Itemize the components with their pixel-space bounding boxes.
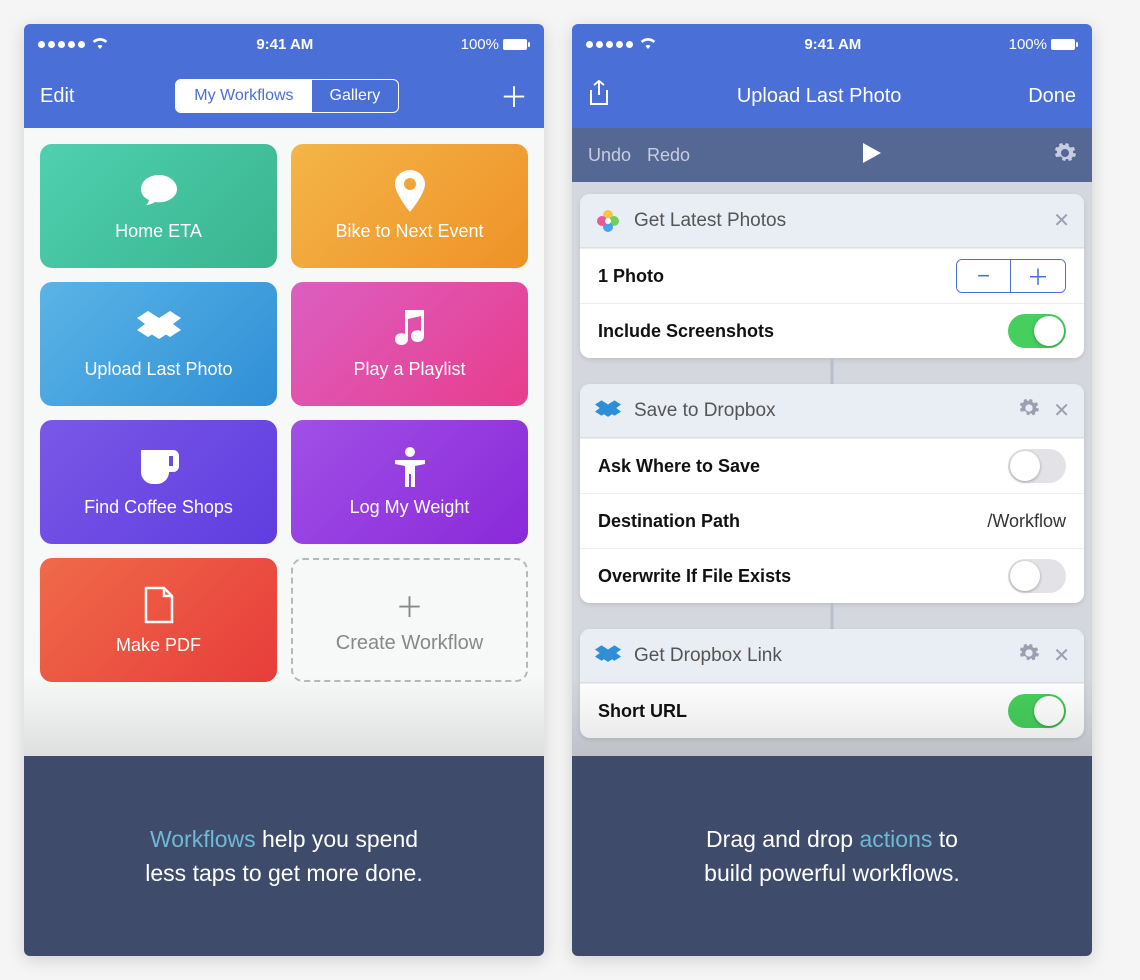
nav-bar: Edit My Workflows Gallery ＋ [24, 64, 544, 128]
tile-label: Bike to Next Event [335, 221, 483, 242]
share-button[interactable] [588, 80, 610, 112]
action-card-get-latest-photos[interactable]: Get Latest Photos ✕ 1 Photo − ＋ Include … [580, 194, 1084, 358]
status-time: 9:41 AM [804, 36, 861, 53]
stepper-minus[interactable]: − [957, 260, 1011, 292]
create-workflow-tile[interactable]: ＋ Create Workflow [291, 558, 528, 682]
nav-bar: Upload Last Photo Done [572, 64, 1092, 128]
row-short-url: Short URL [580, 683, 1084, 738]
redo-button[interactable]: Redo [647, 145, 690, 166]
card-header: Get Dropbox Link ✕ [580, 629, 1084, 683]
tile-label: Upload Last Photo [84, 359, 232, 380]
battery-icon [1051, 39, 1078, 50]
chat-icon [139, 171, 179, 211]
settings-button[interactable] [1054, 142, 1076, 169]
tile-label: Find Coffee Shops [84, 497, 233, 518]
workflow-tile-weight[interactable]: Log My Weight [291, 420, 528, 544]
tile-label: Play a Playlist [353, 359, 465, 380]
tile-label: Make PDF [116, 635, 201, 656]
plus-icon: ＋ [395, 586, 423, 626]
status-bar: 9:41 AM 100% [572, 24, 1092, 64]
battery-percent: 100% [1009, 36, 1047, 53]
stepper-plus[interactable]: ＋ [1011, 260, 1065, 292]
add-workflow-button[interactable]: ＋ [500, 76, 528, 116]
gear-icon[interactable] [1019, 643, 1039, 669]
workflow-tile-bike[interactable]: Bike to Next Event [291, 144, 528, 268]
workflow-tile-home-eta[interactable]: Home ETA [40, 144, 277, 268]
signal-dots-icon [38, 41, 85, 48]
tab-gallery[interactable]: Gallery [312, 80, 399, 112]
battery-percent: 100% [461, 36, 499, 53]
caption-highlight: Workflows [150, 826, 256, 852]
ask-where-switch[interactable] [1008, 449, 1066, 483]
tile-label: Log My Weight [350, 497, 470, 518]
page-title: Upload Last Photo [737, 85, 902, 108]
photo-count-stepper[interactable]: − ＋ [956, 259, 1066, 293]
card-title: Get Dropbox Link [634, 645, 1005, 667]
status-time: 9:41 AM [256, 36, 313, 53]
wifi-icon [639, 36, 657, 53]
segmented-control[interactable]: My Workflows Gallery [175, 79, 399, 113]
dropbox-icon [137, 309, 181, 349]
overwrite-switch[interactable] [1008, 559, 1066, 593]
wifi-icon [91, 36, 109, 53]
row-ask-where: Ask Where to Save [580, 438, 1084, 493]
close-icon[interactable]: ✕ [1053, 643, 1070, 668]
body-icon [395, 447, 425, 487]
cup-icon [139, 447, 179, 487]
close-icon[interactable]: ✕ [1053, 208, 1070, 233]
photos-app-icon [594, 207, 622, 235]
dropbox-icon [594, 642, 622, 670]
signal-dots-icon [586, 41, 633, 48]
caption: Workflows help you spend less taps to ge… [24, 756, 544, 956]
dropbox-icon [594, 397, 622, 425]
short-url-switch[interactable] [1008, 694, 1066, 728]
caption: Drag and drop actions to build powerful … [572, 756, 1092, 956]
row-overwrite: Overwrite If File Exists [580, 548, 1084, 603]
destination-path-value: /Workflow [987, 511, 1066, 532]
tile-label: Home ETA [115, 221, 202, 242]
row-photo-count: 1 Photo − ＋ [580, 248, 1084, 303]
workflow-tile-coffee[interactable]: Find Coffee Shops [40, 420, 277, 544]
card-header: Get Latest Photos ✕ [580, 194, 1084, 248]
pin-icon [395, 171, 425, 211]
undo-button[interactable]: Undo [588, 145, 631, 166]
workflow-tile-pdf[interactable]: Make PDF [40, 558, 277, 682]
done-button[interactable]: Done [1028, 85, 1076, 108]
editor-toolbar: Undo Redo [572, 128, 1092, 182]
tab-my-workflows[interactable]: My Workflows [176, 80, 311, 112]
run-button[interactable] [861, 141, 883, 170]
caption-highlight: actions [859, 826, 932, 852]
status-bar: 9:41 AM 100% [24, 24, 544, 64]
document-icon [144, 585, 174, 625]
gear-icon[interactable] [1019, 398, 1039, 424]
music-icon [395, 309, 425, 349]
edit-button[interactable]: Edit [40, 85, 74, 108]
include-screenshots-switch[interactable] [1008, 314, 1066, 348]
close-icon[interactable]: ✕ [1053, 398, 1070, 423]
action-card-save-to-dropbox[interactable]: Save to Dropbox ✕ Ask Where to Save Dest… [580, 384, 1084, 603]
workflow-tile-upload[interactable]: Upload Last Photo [40, 282, 277, 406]
card-title: Save to Dropbox [634, 400, 1005, 422]
battery-icon [503, 39, 530, 50]
row-include-screenshots: Include Screenshots [580, 303, 1084, 358]
action-card-get-dropbox-link[interactable]: Get Dropbox Link ✕ Short URL [580, 629, 1084, 738]
create-label: Create Workflow [336, 632, 483, 655]
phone-right: 9:41 AM 100% Upload Last Photo Done Undo… [572, 24, 1092, 956]
workflow-tile-playlist[interactable]: Play a Playlist [291, 282, 528, 406]
card-title: Get Latest Photos [634, 210, 1039, 232]
card-header: Save to Dropbox ✕ [580, 384, 1084, 438]
phone-left: 9:41 AM 100% Edit My Workflows Gallery ＋… [24, 24, 544, 956]
row-destination-path[interactable]: Destination Path /Workflow [580, 493, 1084, 548]
